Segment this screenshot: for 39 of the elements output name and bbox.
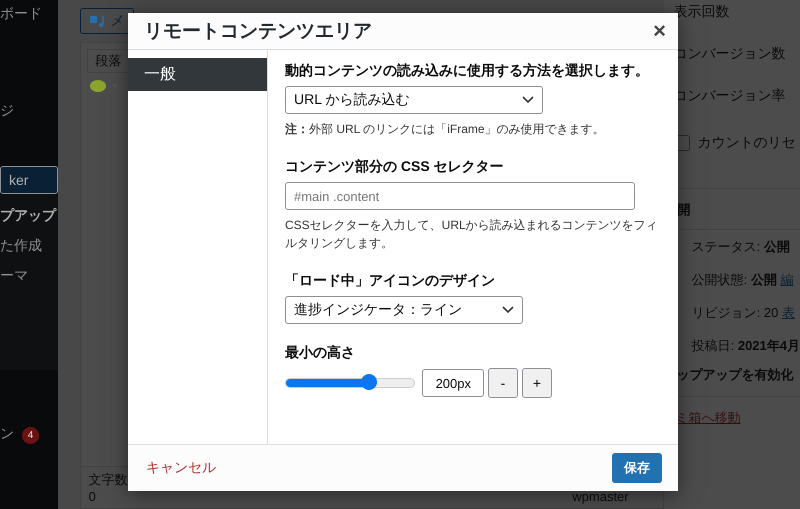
count-badge: 4 bbox=[22, 427, 39, 444]
increase-button[interactable]: + bbox=[522, 368, 552, 398]
save-button[interactable]: 保存 bbox=[612, 453, 662, 483]
author-name: wpmaster bbox=[572, 489, 629, 504]
publish-info: 投稿日: 2021年4月 bbox=[692, 338, 800, 353]
selector-input[interactable]: #main .content bbox=[285, 182, 635, 210]
height-input[interactable]: 200px bbox=[422, 369, 484, 397]
word-count-label: 文字数 bbox=[88, 472, 128, 487]
publish-info: 公開状態: 公開 bbox=[692, 272, 777, 287]
slider-thumb[interactable] bbox=[361, 374, 378, 390]
menu-item[interactable]: プアップ bbox=[0, 194, 58, 230]
cancel-link[interactable]: キャンセル bbox=[146, 459, 216, 477]
menu-item[interactable]: ン 4 bbox=[0, 418, 58, 448]
menu-item[interactable]: た作成 bbox=[0, 230, 58, 260]
modal-title: リモートコンテンツエリア bbox=[144, 20, 372, 44]
menu-item[interactable]: ボード bbox=[0, 0, 58, 30]
help-text: 注：外部 URL のリンクには「iFrame」のみ使用できます。 bbox=[285, 121, 606, 138]
plugin-icon[interactable] bbox=[88, 79, 119, 93]
menu-item[interactable]: ジ bbox=[0, 95, 58, 125]
enable-popup-label: ップアップを有効化 bbox=[676, 366, 795, 384]
chevron-icon bbox=[522, 96, 534, 104]
word-count: 0 bbox=[88, 489, 96, 504]
publish-info: リビジョン: 20 bbox=[692, 305, 778, 320]
method-select[interactable]: URL から読み込む bbox=[285, 86, 543, 114]
field-label: コンテンツ部分の CSS セレクター bbox=[285, 158, 505, 176]
publish-info: ステータス: 公開 bbox=[692, 239, 790, 254]
chevron-icon bbox=[502, 306, 514, 314]
decrease-button[interactable]: - bbox=[488, 368, 518, 398]
field-label: 動的コンテンツの読み込みに使用する方法を選択します。 bbox=[285, 62, 650, 80]
loader-select[interactable]: 進捗インジケータ：ライン bbox=[285, 296, 523, 324]
field-label: 最小の高さ bbox=[285, 344, 356, 362]
media-icon bbox=[88, 14, 105, 28]
settings-tab[interactable]: 一般 bbox=[128, 58, 267, 91]
help-text: CSSセレクターを入力して、URLから読み込まれるコンテンツをフィルタリングします。 bbox=[285, 217, 659, 252]
close-button[interactable]: × bbox=[649, 18, 670, 44]
field-label: 「ロード中」アイコンのデザイン bbox=[285, 272, 496, 290]
menu-item[interactable]: ーマ bbox=[0, 260, 58, 370]
menu-item[interactable]: ker bbox=[0, 166, 58, 194]
checkbox-label: カウントのリセ bbox=[698, 134, 796, 152]
